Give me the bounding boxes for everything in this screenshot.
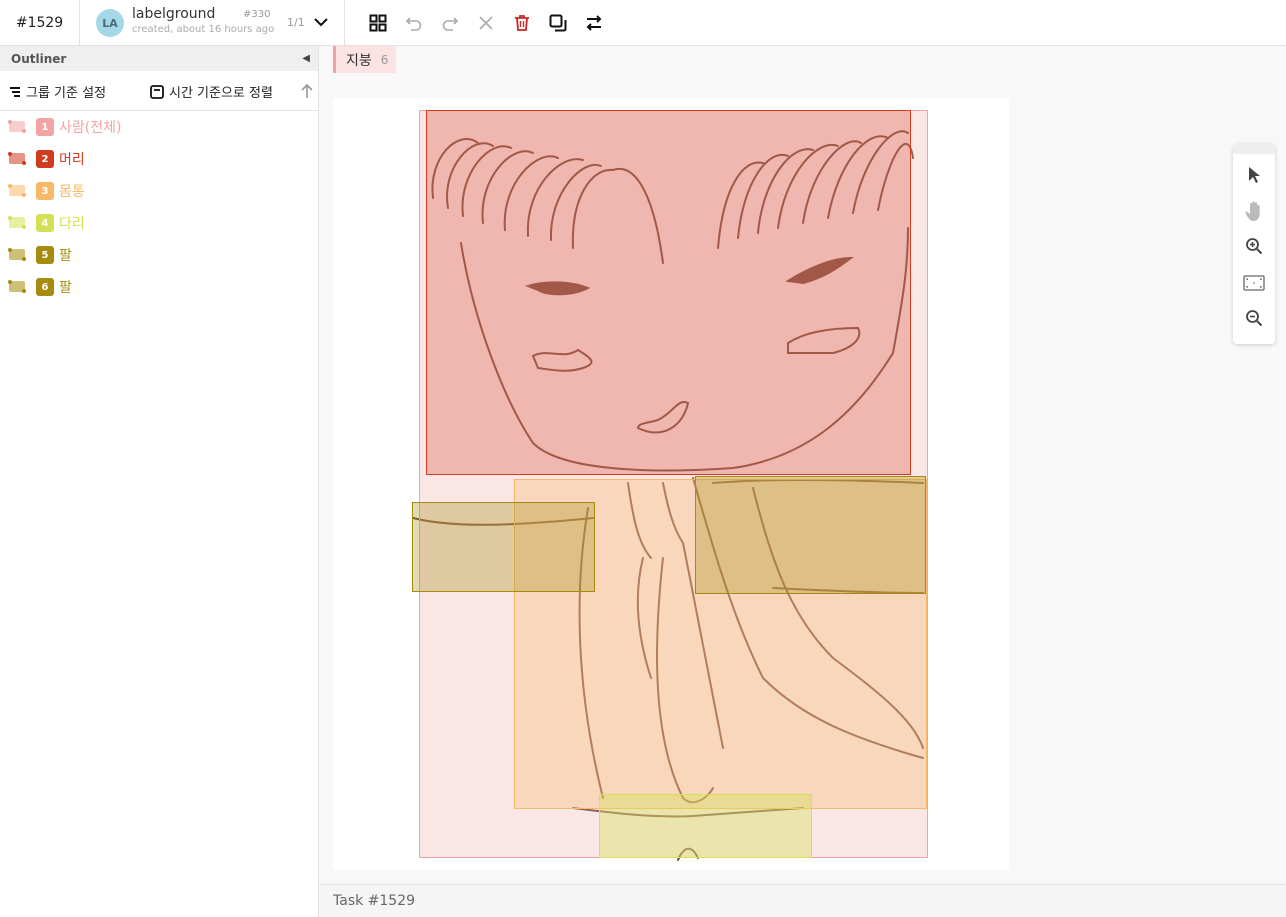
undo-icon[interactable]	[396, 11, 432, 35]
annotation-box-head[interactable]	[426, 110, 911, 475]
zoom-toolbar-handle[interactable]	[1233, 144, 1275, 154]
group-settings-label: 그룹 기준 설정	[26, 86, 107, 101]
sort-by-time-button[interactable]: 시간 기준으로 정렬	[150, 82, 273, 101]
close-icon[interactable]	[468, 11, 504, 35]
arrow-up-icon[interactable]	[300, 83, 314, 99]
outliner-item[interactable]: 2 머리	[0, 143, 318, 175]
task-id: #1529	[0, 0, 80, 46]
item-label: 머리	[59, 152, 85, 168]
toolbar	[360, 11, 612, 35]
canvas-area: 지붕 6	[319, 46, 1286, 884]
project-pagination: 1/1	[287, 16, 305, 29]
item-number-badge: 6	[36, 278, 54, 296]
outliner-item[interactable]: 6팔	[0, 271, 318, 303]
pointer-icon[interactable]	[1241, 162, 1267, 188]
collapse-icon[interactable]: ◀	[302, 53, 310, 64]
sort-box-icon	[150, 84, 164, 99]
redo-icon[interactable]	[432, 11, 468, 35]
outliner-title: Outliner	[11, 51, 67, 66]
class-tag[interactable]: 지붕 6	[333, 46, 397, 73]
fit-icon[interactable]	[1241, 270, 1267, 296]
class-tag-count: 6	[380, 52, 389, 67]
outliner-tools: 그룹 기준 설정 시간 기준으로 정렬	[0, 71, 318, 111]
project-subtitle: created, about 16 hours ago	[132, 24, 275, 35]
box-shape-icon	[8, 248, 28, 262]
avatar: LA	[96, 9, 124, 37]
box-shape-icon	[8, 152, 28, 166]
image-canvas[interactable]	[333, 98, 1009, 870]
status-bar: Task #1529	[319, 884, 1286, 917]
item-number-badge: 4	[36, 214, 54, 232]
hand-icon[interactable]	[1241, 198, 1267, 224]
swap-icon[interactable]	[576, 11, 612, 35]
outliner-item[interactable]: 3 몸통	[0, 175, 318, 207]
project-selector[interactable]: LA labelground created, about 16 hours a…	[80, 0, 345, 46]
item-number-badge: 1	[36, 118, 54, 136]
item-label: 몸통	[59, 184, 85, 200]
annotation-box-arm[interactable]	[695, 476, 926, 594]
copy-icon[interactable]	[540, 11, 576, 35]
top-bar: #1529 LA labelground created, about 16 h…	[0, 0, 1286, 46]
item-number-badge: 2	[36, 150, 54, 168]
status-text: Task #1529	[333, 893, 416, 909]
annotation-box-legs[interactable]	[599, 794, 812, 858]
item-label: 팔	[59, 280, 72, 296]
item-label: 사람(전체)	[59, 120, 122, 136]
outliner-item[interactable]: 1 사람(전체)	[0, 111, 318, 143]
zoom-toolbar	[1233, 144, 1275, 344]
box-shape-icon	[8, 280, 28, 294]
item-label: 팔	[59, 248, 72, 264]
chevron-down-icon[interactable]	[312, 13, 330, 31]
class-tag-label: 지붕	[346, 52, 372, 69]
item-number-badge: 3	[36, 182, 54, 200]
grid-icon[interactable]	[360, 11, 396, 35]
project-name: labelground	[132, 6, 216, 22]
outliner-item[interactable]: 5팔	[0, 239, 318, 271]
zoom-out-icon[interactable]	[1241, 305, 1267, 331]
group-settings-button[interactable]: 그룹 기준 설정	[9, 82, 106, 101]
project-number: #330	[243, 9, 271, 20]
box-shape-icon	[8, 216, 28, 230]
list-icon	[10, 86, 20, 97]
item-label: 다리	[59, 216, 85, 232]
zoom-in-icon[interactable]	[1241, 233, 1267, 259]
outliner-item[interactable]: 4 다리	[0, 207, 318, 239]
outliner-header: Outliner ◀	[0, 46, 318, 71]
box-shape-icon	[8, 184, 28, 198]
annotation-box-arm[interactable]	[412, 502, 595, 592]
outliner-list: 1 사람(전체) 2 머리 3 몸통 4 다리 5 팔 6 팔	[0, 111, 318, 303]
box-shape-icon	[8, 120, 28, 134]
sort-by-time-label: 시간 기준으로 정렬	[169, 86, 273, 101]
delete-icon[interactable]	[504, 11, 540, 35]
item-number-badge: 5	[36, 246, 54, 264]
outliner-panel: Outliner ◀ 그룹 기준 설정 시간 기준으로 정렬 1 사람(전체) 2 머…	[0, 46, 319, 917]
